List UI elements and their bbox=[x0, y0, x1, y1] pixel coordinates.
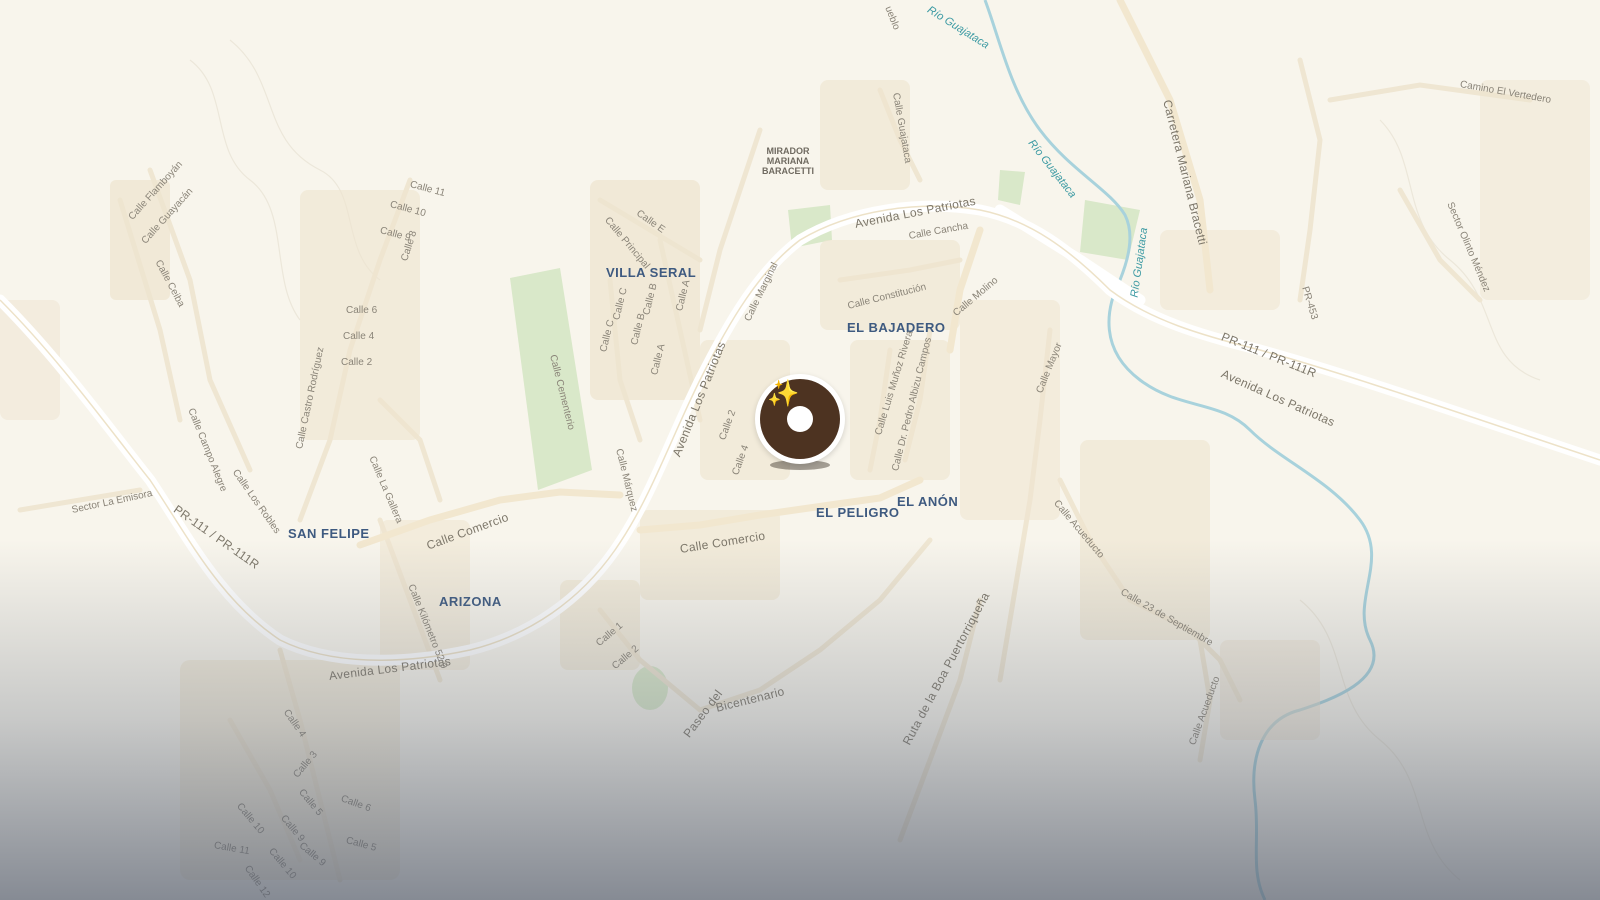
neighborhood-label-el-peligro: EL PELIGRO bbox=[816, 505, 900, 520]
street-label-calle-6: Calle 6 bbox=[346, 305, 378, 316]
street-label-calle-2: Calle 2 bbox=[341, 357, 373, 368]
sparkles-icon: ✨ bbox=[767, 378, 800, 408]
marker-center bbox=[787, 406, 813, 432]
neighborhood-label-villa-seral: VILLA SERAL bbox=[606, 265, 697, 280]
location-marker[interactable]: ✨ bbox=[755, 374, 845, 470]
neighborhood-label-el-anon: EL ANÓN bbox=[897, 494, 959, 509]
neighborhood-label-san-felipe: SAN FELIPE bbox=[288, 526, 370, 541]
neighborhood-label-el-bajadero: EL BAJADERO bbox=[847, 320, 946, 335]
poi-label-mirador: MIRADOR MARIANA BARACETTI bbox=[762, 146, 814, 176]
neighborhood-label-arizona: ARIZONA bbox=[439, 594, 502, 609]
street-label-calle-4: Calle 4 bbox=[343, 331, 375, 342]
map-canvas[interactable]: VILLA SERAL EL BAJADERO SAN FELIPE ARIZO… bbox=[0, 0, 1600, 900]
